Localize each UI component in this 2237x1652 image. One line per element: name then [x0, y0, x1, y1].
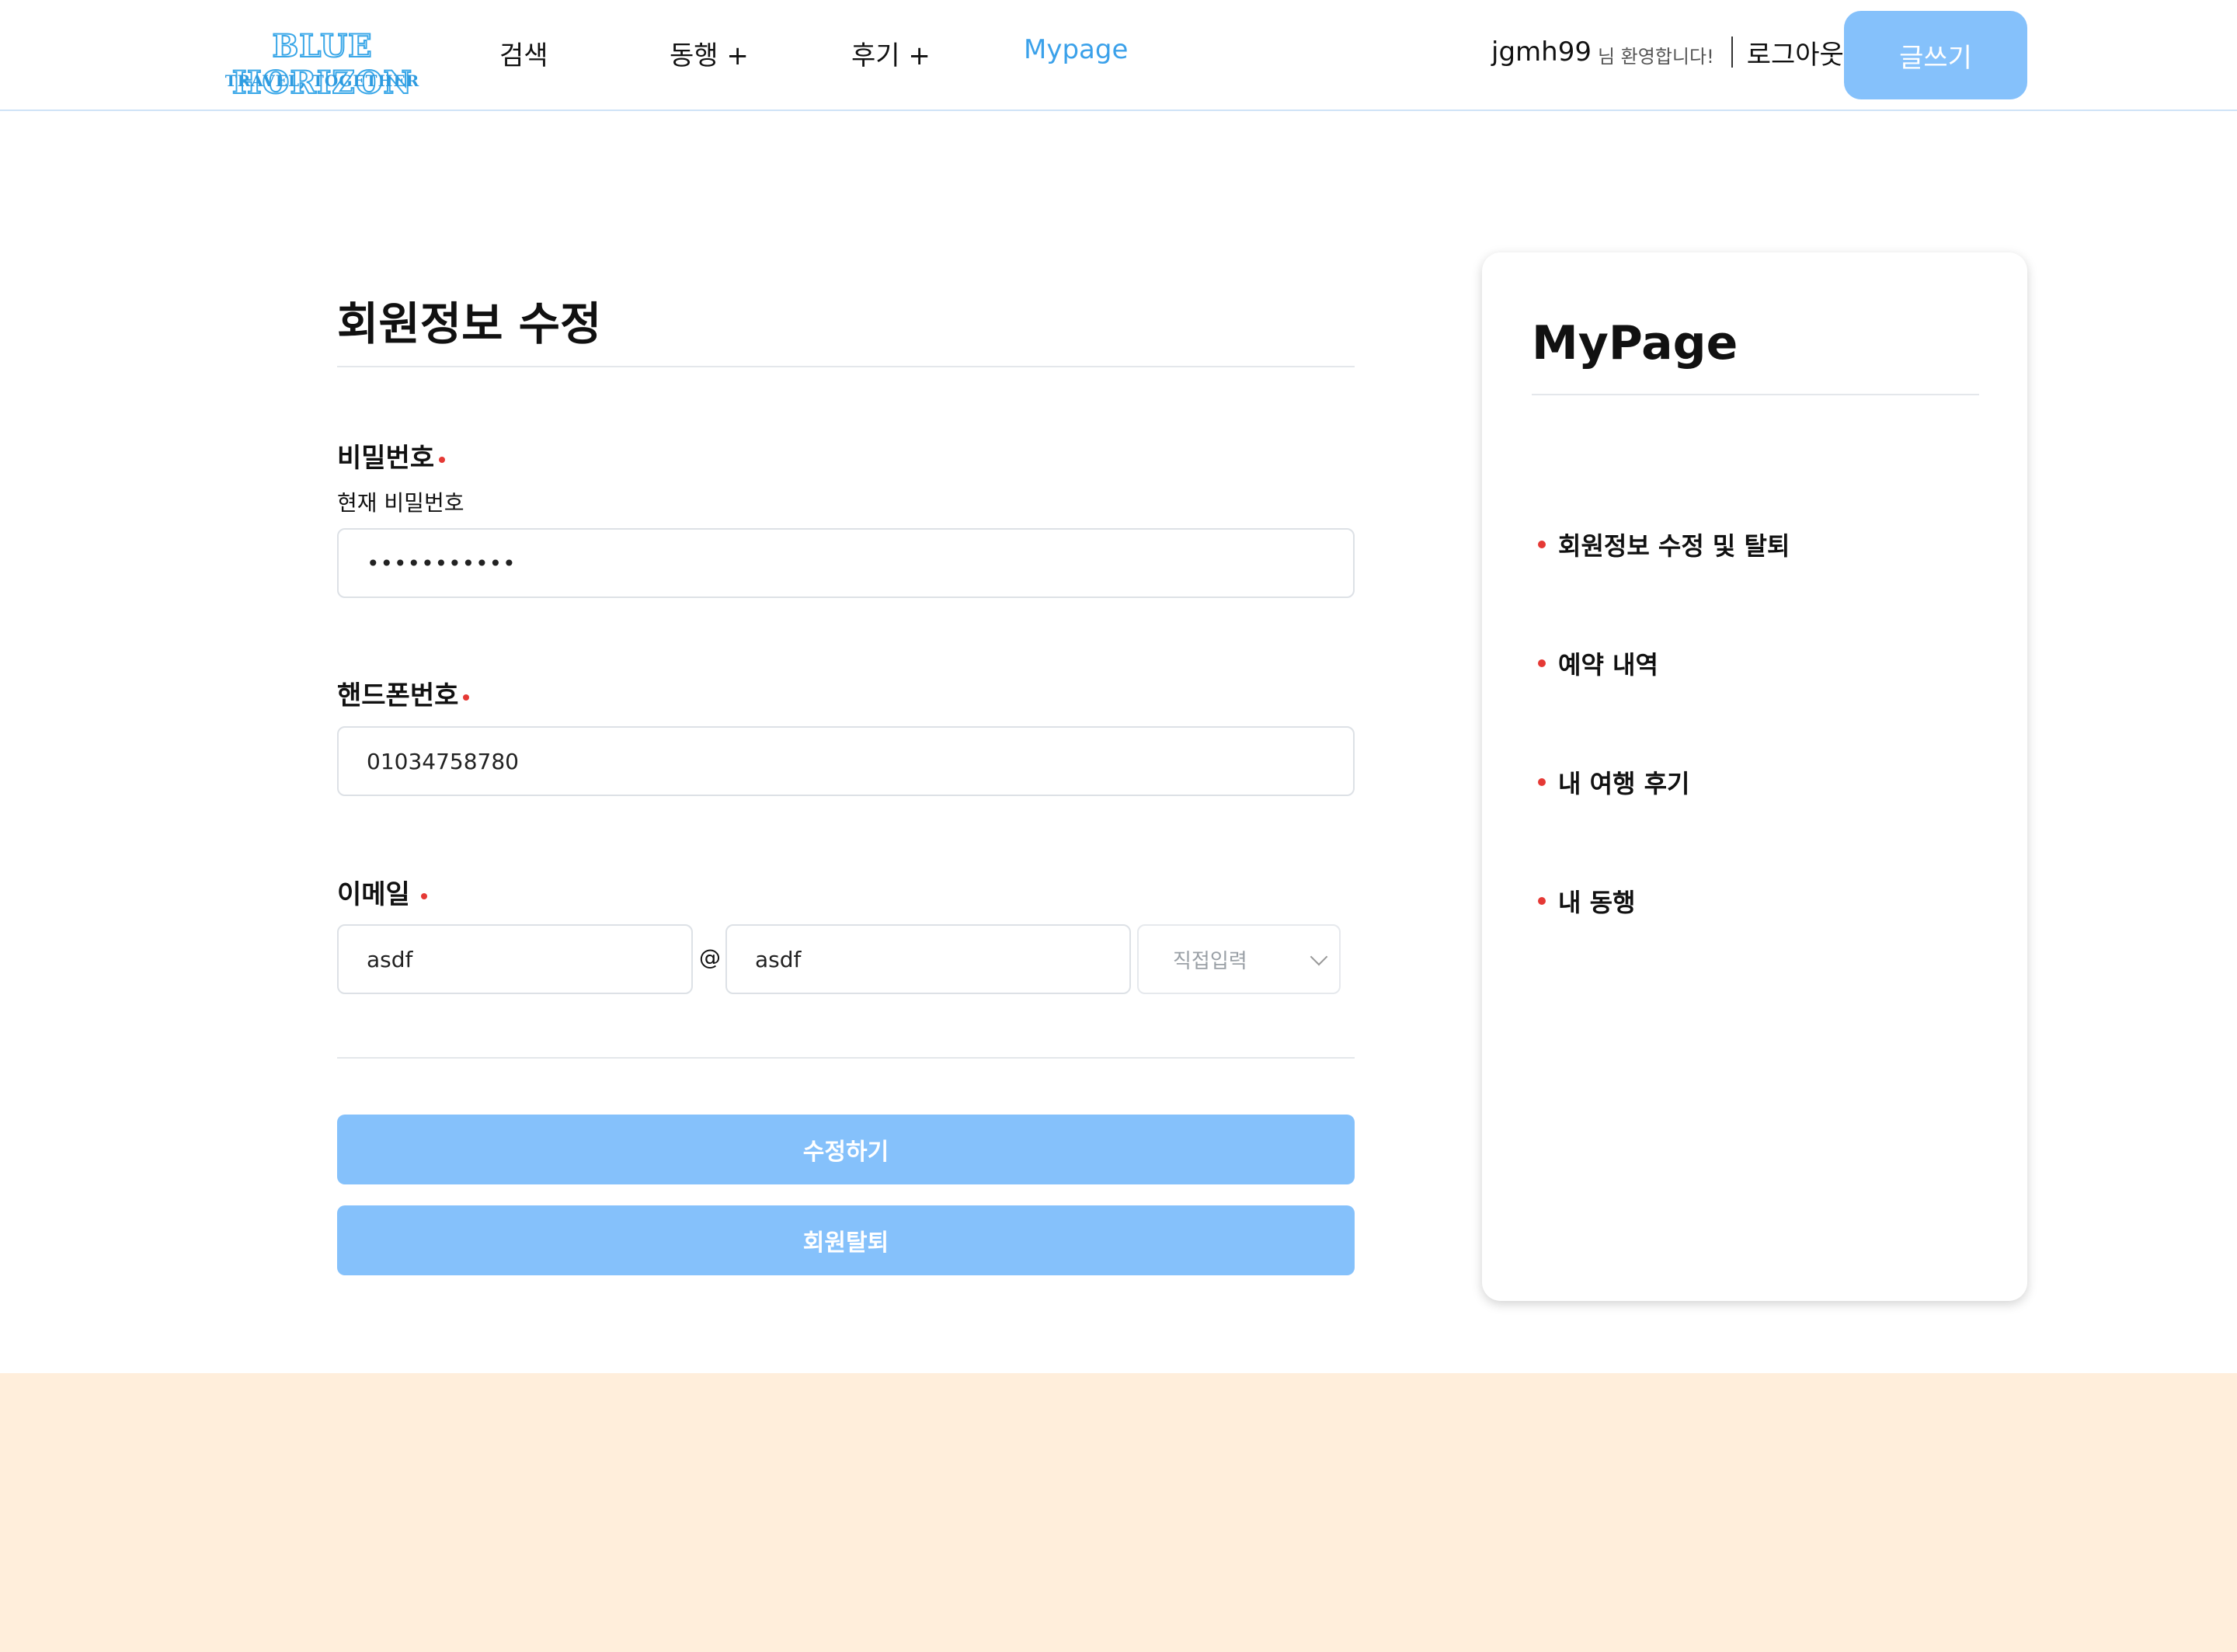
user-area: jgmh99 님 환영합니다! 로그아웃 — [1491, 33, 1844, 71]
sidebar-item-reservations[interactable]: 예약 내역 — [1532, 645, 1658, 681]
email-local-input[interactable]: asdf — [337, 924, 693, 994]
sidebar-item-my-companions[interactable]: 내 동행 — [1532, 883, 1635, 919]
bullet-icon — [1538, 897, 1546, 905]
header-divider — [1731, 37, 1733, 68]
password-section-label: 비밀번호 — [337, 436, 446, 475]
top-header: BLUE HORIZON TRAVEL, TOGETHER 검색 동행 + 후기… — [0, 0, 2237, 111]
write-button[interactable]: 글쓰기 — [1844, 11, 2027, 99]
user-greeting: 님 환영합니다! — [1597, 45, 1714, 68]
email-label: 이메일 — [337, 879, 410, 910]
logout-link[interactable]: 로그아웃 — [1747, 33, 1844, 71]
email-section-label: 이메일 — [337, 873, 427, 911]
sidebar-divider — [1532, 394, 1979, 395]
nav-search[interactable]: 검색 — [499, 34, 548, 72]
bullet-icon — [1538, 659, 1546, 667]
sidebar-item-label: 내 여행 후기 — [1558, 769, 1690, 798]
bullet-icon — [1538, 778, 1546, 786]
required-dot — [439, 456, 446, 463]
title-divider — [337, 366, 1355, 367]
sidebar-item-label: 내 동행 — [1558, 888, 1636, 917]
sidebar-item-my-reviews[interactable]: 내 여행 후기 — [1532, 764, 1689, 800]
sidebar-item-label: 회원정보 수정 및 탈퇴 — [1558, 531, 1790, 561]
bullet-icon — [1538, 541, 1546, 548]
sidebar-item-label: 예약 내역 — [1558, 650, 1658, 680]
email-domain-input[interactable]: asdf — [725, 924, 1131, 994]
email-domain-select-value: 직접입력 — [1173, 949, 1247, 973]
sidebar-item-edit-profile[interactable]: 회원정보 수정 및 탈퇴 — [1532, 527, 1790, 562]
chevron-down-icon — [1310, 948, 1328, 966]
phone-section-label: 핸드폰번호 — [337, 674, 470, 712]
nav-mypage[interactable]: Mypage — [1024, 34, 1128, 65]
required-dot — [463, 694, 470, 701]
email-domain-select[interactable]: 직접입력 — [1137, 924, 1341, 994]
form-divider — [337, 1057, 1355, 1059]
submit-button[interactable]: 수정하기 — [337, 1115, 1355, 1184]
email-at-sign: @ — [699, 944, 721, 970]
phone-label: 핸드폰번호 — [337, 680, 459, 711]
nav-companion[interactable]: 동행 + — [670, 34, 749, 72]
withdraw-button[interactable]: 회원탈퇴 — [337, 1205, 1355, 1275]
user-name: jgmh99 — [1491, 37, 1592, 68]
required-dot — [420, 892, 427, 899]
sidebar-title: MyPage — [1532, 316, 1738, 370]
mypage-sidebar: MyPage 회원정보 수정 및 탈퇴 예약 내역 내 여행 후기 내 동행 — [1482, 252, 2027, 1301]
current-password-input[interactable]: ••••••••••• — [337, 528, 1355, 598]
password-label: 비밀번호 — [337, 443, 435, 474]
phone-input[interactable]: 01034758780 — [337, 726, 1355, 796]
nav-review[interactable]: 후기 + — [851, 34, 931, 72]
current-password-label: 현재 비밀번호 — [337, 490, 464, 516]
logo-tagline: TRAVEL, TOGETHER — [224, 71, 420, 90]
page-footer — [0, 1373, 2237, 1652]
site-logo[interactable]: BLUE HORIZON TRAVEL, TOGETHER — [210, 27, 435, 102]
page-title: 회원정보 수정 — [337, 297, 602, 350]
